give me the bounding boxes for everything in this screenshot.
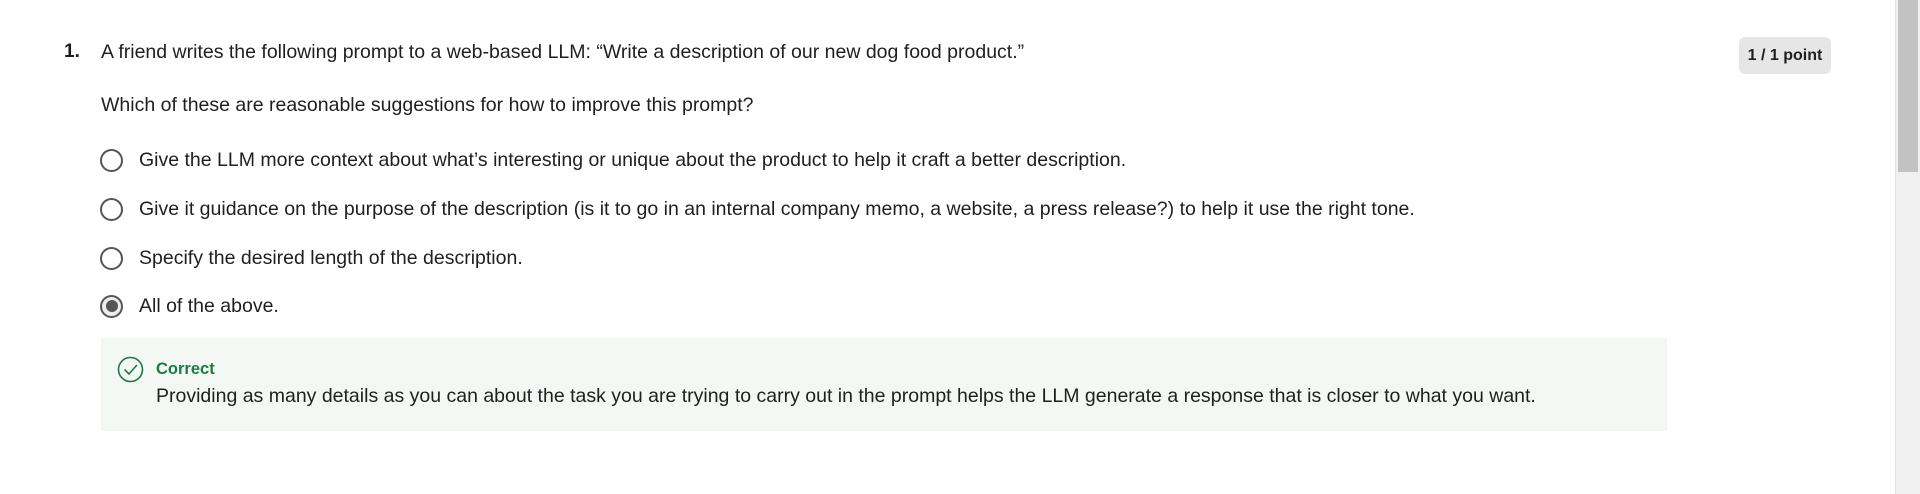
- scrollbar-thumb[interactable]: [1898, 0, 1918, 172]
- answer-option[interactable]: Give it guidance on the purpose of the d…: [100, 195, 1415, 223]
- answer-option[interactable]: Give the LLM more context about what’s i…: [100, 146, 1126, 174]
- answer-option-label[interactable]: Give the LLM more context about what’s i…: [139, 149, 1126, 171]
- radio-button[interactable]: [100, 197, 123, 221]
- answer-option-label[interactable]: All of the above.: [139, 295, 279, 317]
- radio-button-selected[interactable]: [100, 294, 123, 318]
- radio-button[interactable]: [100, 148, 123, 172]
- feedback-panel: Correct Providing as many details as you…: [101, 338, 1667, 431]
- question-subprompt: Which of these are reasonable suggestion…: [101, 94, 754, 116]
- radio-button[interactable]: [100, 246, 123, 270]
- answer-option-label[interactable]: Specify the desired length of the descri…: [139, 247, 523, 269]
- quiz-page: 1. A friend writes the following prompt …: [0, 0, 1920, 494]
- answer-option[interactable]: Specify the desired length of the descri…: [100, 244, 523, 272]
- question-block: 1. A friend writes the following prompt …: [0, 0, 1895, 494]
- question-prompt: A friend writes the following prompt to …: [101, 41, 1025, 63]
- feedback-text: Providing as many details as you can abo…: [156, 385, 1536, 407]
- answer-option[interactable]: All of the above.: [100, 292, 279, 320]
- check-circle-icon: [117, 356, 144, 383]
- points-badge: 1 / 1 point: [1739, 37, 1831, 74]
- answer-option-label[interactable]: Give it guidance on the purpose of the d…: [139, 198, 1415, 220]
- vertical-scrollbar[interactable]: [1895, 0, 1920, 494]
- feedback-status: Correct: [156, 360, 215, 378]
- question-number: 1.: [64, 41, 80, 62]
